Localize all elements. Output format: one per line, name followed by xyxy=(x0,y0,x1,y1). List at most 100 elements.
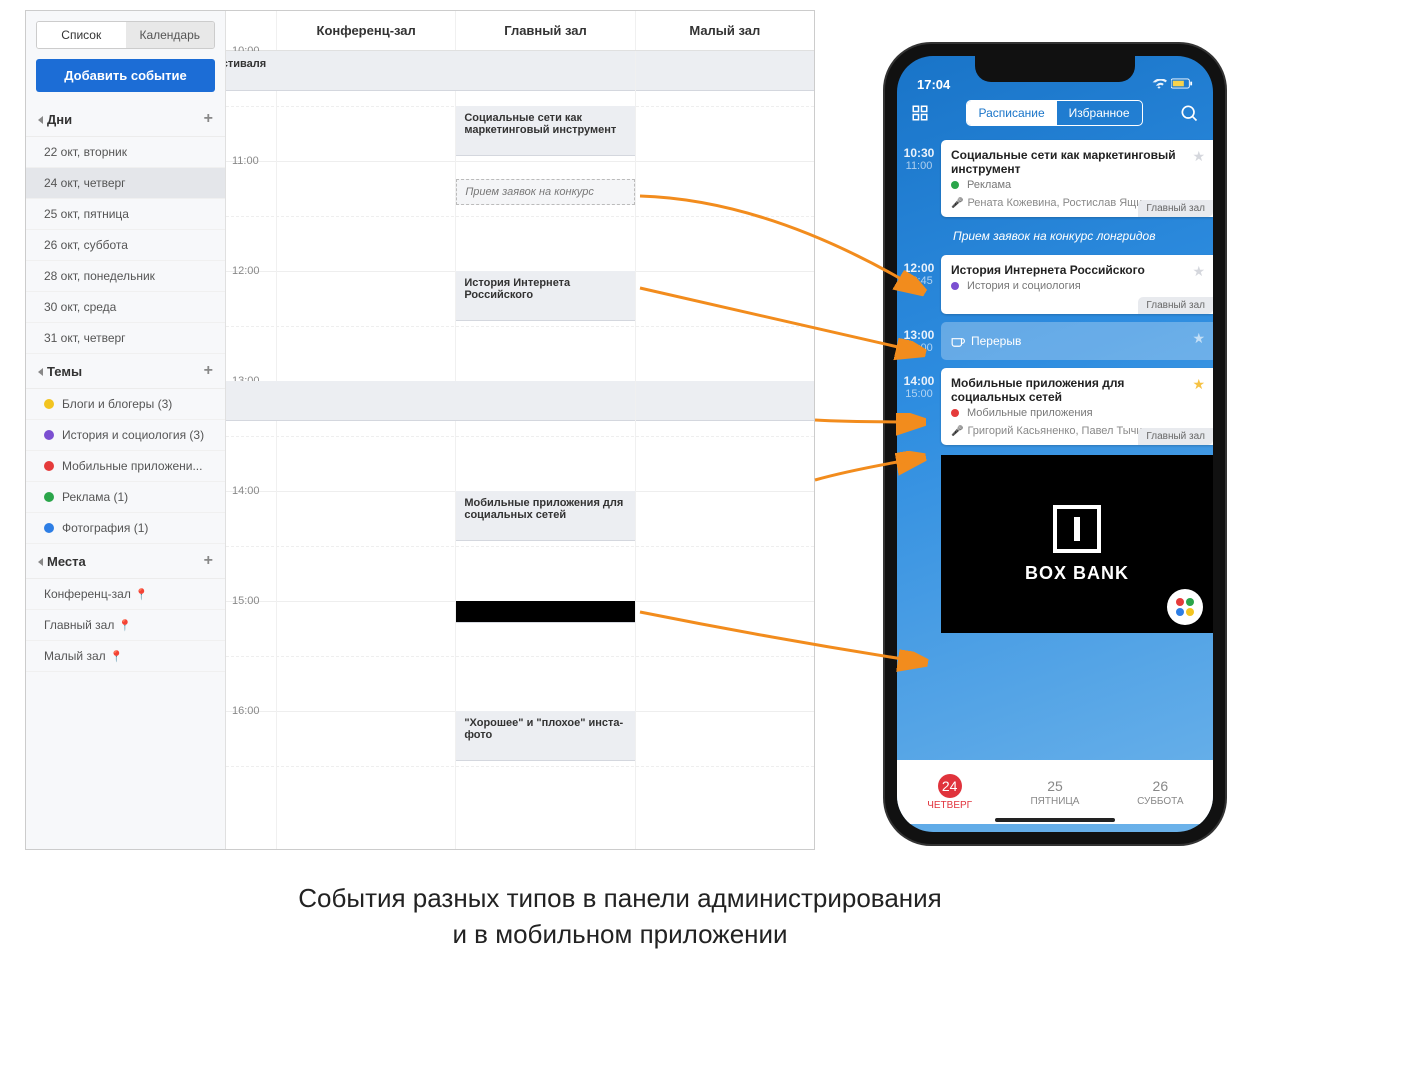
status-time: 17:04 xyxy=(917,77,950,92)
day-tab[interactable]: 26 СУББОТА xyxy=(1108,760,1213,824)
event-insta[interactable]: "Хорошее" и "плохое" инста-фото xyxy=(456,711,634,761)
theme-dot-icon xyxy=(44,492,54,502)
theme-dot-icon xyxy=(44,399,54,409)
section-themes-header[interactable]: Темы + xyxy=(26,354,225,389)
section-places-label: Места xyxy=(47,554,86,569)
add-day-icon[interactable]: + xyxy=(204,110,213,128)
place-item[interactable]: Главный зал📍 xyxy=(26,610,225,641)
star-icon[interactable]: ★ xyxy=(1192,263,1205,280)
day-tab[interactable]: 24 ЧЕТВЕРГ xyxy=(897,760,1002,824)
theme-item[interactable]: Реклама (1) xyxy=(26,482,225,513)
event-contest[interactable]: Прием заявок на конкурс xyxy=(456,179,634,205)
card-tag: Реклама xyxy=(967,179,1011,191)
status-icons xyxy=(1151,77,1193,92)
top-controls: Расписание Избранное xyxy=(897,94,1213,136)
caption: События разных типов в панели администри… xyxy=(0,880,1240,953)
star-icon[interactable]: ★ xyxy=(1192,330,1205,347)
tag-dot-icon xyxy=(951,181,959,189)
event-mobile[interactable]: Мобильные приложения для социальных сете… xyxy=(456,491,634,541)
room-col-main: Открытие фестиваля Социальные сети как м… xyxy=(455,51,634,849)
day-item[interactable]: 30 окт, среда xyxy=(26,292,225,323)
view-calendar-btn[interactable]: Календарь xyxy=(126,22,215,48)
view-toggle: Список Календарь xyxy=(36,21,215,49)
calendar-header: Конференц-зал Главный зал Малый зал xyxy=(226,11,814,51)
add-event-button[interactable]: Добавить событие xyxy=(36,59,215,92)
theme-item[interactable]: Фотография (1) xyxy=(26,513,225,544)
hour-label: 12:00 xyxy=(232,265,260,277)
day-item[interactable]: 25 окт, пятница xyxy=(26,199,225,230)
search-icon[interactable] xyxy=(1179,103,1199,123)
coffee-icon xyxy=(951,334,965,348)
feed[interactable]: 10:30 11:00 ★ Социальные сети как маркет… xyxy=(897,136,1213,741)
room-col-conference xyxy=(276,51,455,849)
hour-label: 11:00 xyxy=(232,155,259,167)
day-item[interactable]: 24 окт, четверг xyxy=(26,168,225,199)
hour-label: 16:00 xyxy=(232,705,260,717)
day-item[interactable]: 26 окт, суббота xyxy=(26,230,225,261)
break-row[interactable]: Перерыв ★ xyxy=(941,322,1213,360)
theme-item[interactable]: Мобильные приложени... xyxy=(26,451,225,482)
hour-label: 14:00 xyxy=(232,485,260,497)
hour-label: 15:00 xyxy=(232,595,260,607)
event-card[interactable]: ★ История Интернета Российского История … xyxy=(941,255,1213,314)
event-social[interactable]: Социальные сети как маркетинговый инстру… xyxy=(456,106,634,156)
card-room: Главный зал xyxy=(1138,428,1213,445)
card-tag: Мобильные приложения xyxy=(967,407,1093,419)
banner-text: BOX BANK xyxy=(1025,563,1129,584)
card-title: Социальные сети как маркетинговый инстру… xyxy=(951,148,1203,176)
day-tab[interactable]: 25 ПЯТНИЦА xyxy=(1002,760,1107,824)
event-card[interactable]: ★ Мобильные приложения для социальных се… xyxy=(941,368,1213,445)
theme-item[interactable]: История и социология (3) xyxy=(26,420,225,451)
star-icon[interactable]: ★ xyxy=(1192,148,1205,165)
theme-dot-icon xyxy=(44,430,54,440)
event-banner[interactable] xyxy=(456,601,634,623)
time-sidebar: 10:30 11:00 xyxy=(897,136,941,221)
room-header: Малый зал xyxy=(635,11,814,50)
place-item[interactable]: Конференц-зал📍 xyxy=(26,579,225,610)
add-place-icon[interactable]: + xyxy=(204,552,213,570)
segment-favorites[interactable]: Избранное xyxy=(1057,101,1142,125)
wifi-icon xyxy=(1151,79,1167,89)
card-title: Мобильные приложения для социальных сете… xyxy=(951,376,1203,404)
card-tag: История и социология xyxy=(967,280,1081,292)
add-theme-icon[interactable]: + xyxy=(204,362,213,380)
card-room: Главный зал xyxy=(1138,297,1213,314)
card-room: Главный зал xyxy=(1138,200,1213,217)
event-history[interactable]: История Интернета Российского xyxy=(456,271,634,321)
battery-icon xyxy=(1171,78,1193,89)
day-item[interactable]: 22 окт, вторник xyxy=(26,137,225,168)
banner-card[interactable]: BOX BANK xyxy=(941,455,1213,633)
pin-icon: 📍 xyxy=(118,619,132,632)
bottom-day-tabs: 24 ЧЕТВЕРГ 25 ПЯТНИЦА 26 СУББОТА xyxy=(897,760,1213,824)
calendar-grid: Конференц-зал Главный зал Малый зал 10:0… xyxy=(226,11,814,849)
tag-dot-icon xyxy=(951,282,959,290)
time-sidebar: 14:00 15:00 xyxy=(897,364,941,449)
theme-item[interactable]: Блоги и блогеры (3) xyxy=(26,389,225,420)
box-bank-logo-icon xyxy=(1053,505,1101,553)
section-days-label: Дни xyxy=(47,112,72,127)
fab-button[interactable] xyxy=(1167,589,1203,625)
global-event-row[interactable]: Прием заявок на конкурс лонгридов xyxy=(897,221,1213,251)
home-indicator xyxy=(995,818,1115,822)
room-header: Конференц-зал xyxy=(276,11,455,50)
view-list-btn[interactable]: Список xyxy=(37,22,126,48)
grid-icon[interactable] xyxy=(911,104,929,122)
day-item[interactable]: 31 окт, четверг xyxy=(26,323,225,354)
event-card[interactable]: ★ Социальные сети как маркетинговый инст… xyxy=(941,140,1213,217)
tag-dot-icon xyxy=(951,409,959,417)
segment-schedule[interactable]: Расписание xyxy=(967,101,1057,125)
phone-mockup: 17:04 Расписание Избранное 10:30 11:00 xyxy=(885,44,1225,844)
sidebar: Список Календарь Добавить событие Дни + … xyxy=(26,11,226,849)
pin-icon: 📍 xyxy=(135,588,149,601)
place-item[interactable]: Малый зал📍 xyxy=(26,641,225,672)
phone-notch xyxy=(975,56,1135,82)
day-item[interactable]: 28 окт, понедельник xyxy=(26,261,225,292)
time-sidebar: 12:00 12:45 xyxy=(897,251,941,318)
section-days-header[interactable]: Дни + xyxy=(26,102,225,137)
section-places-header[interactable]: Места + xyxy=(26,544,225,579)
theme-dot-icon xyxy=(44,461,54,471)
star-icon[interactable]: ★ xyxy=(1192,376,1205,393)
theme-dot-icon xyxy=(44,523,54,533)
room-header: Главный зал xyxy=(455,11,634,50)
card-title: История Интернета Российского xyxy=(951,263,1203,277)
